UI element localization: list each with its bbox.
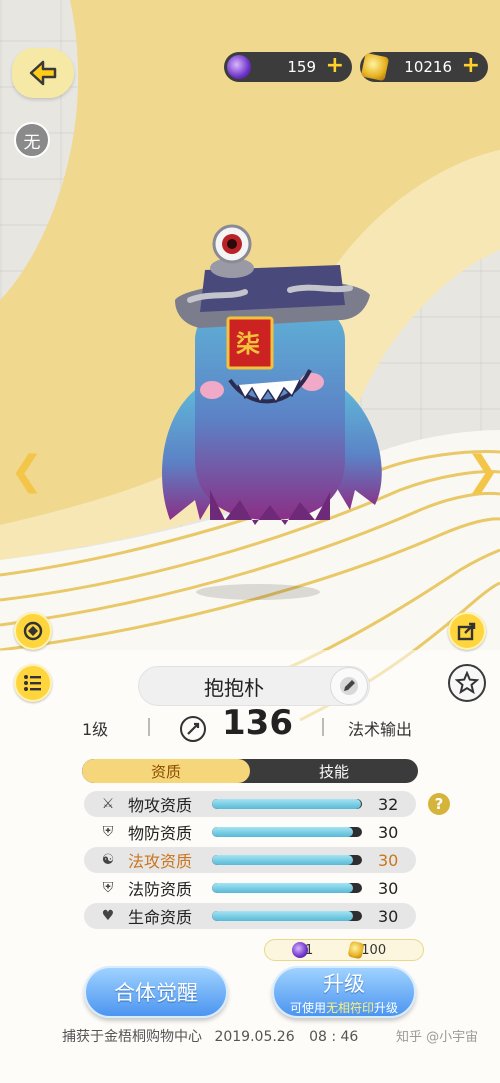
favorite-button[interactable] [448, 664, 486, 702]
stat-bar [212, 799, 362, 809]
awaken-button[interactable]: 合体觉醒 [84, 966, 228, 1018]
upgrade-hint: 可使用无相符印升级 [289, 1001, 399, 1015]
divider [322, 718, 324, 736]
orb-amount: 159 [287, 58, 316, 76]
back-button[interactable] [12, 48, 74, 98]
stat-row-magic-defense: ⛨ 法防资质 30 [84, 875, 416, 901]
tab-skills[interactable]: 技能 [250, 759, 418, 783]
stat-bar [212, 827, 362, 837]
combat-power: 136 [222, 703, 293, 743]
spirit-orb-icon [292, 942, 308, 958]
detail-tabs: 资质 技能 [82, 759, 418, 783]
stat-bar [212, 855, 362, 865]
stat-value: 30 [378, 906, 399, 926]
gold-amount: 10216 [404, 58, 452, 76]
pet-level: 1级 [82, 720, 109, 739]
swap-icon [23, 621, 43, 641]
add-orb-button[interactable]: + [326, 55, 344, 77]
upgrade-cost: 1 100 [264, 939, 424, 961]
gold-talisman-icon [360, 52, 390, 82]
cost-gold: 100 [361, 942, 387, 958]
crossed-swords-icon: ⚔ [101, 796, 115, 812]
stat-label: 物防资质 [128, 824, 193, 843]
stat-label: 物攻资质 [128, 796, 193, 815]
awaken-label: 合体觉醒 [114, 981, 198, 1005]
menu-list-button[interactable] [14, 664, 52, 702]
heart-icon: ♥ [101, 908, 115, 924]
capture-info: 捕获于金梧桐购物中心 2019.05.26 08 : 46 [62, 1026, 358, 1046]
stat-row-magic-attack: ☯ 法攻资质 30 [84, 847, 416, 873]
stat-label: 法防资质 [128, 880, 193, 899]
swap-button[interactable] [14, 612, 52, 650]
watermark: 知乎 @小宇宙 [396, 1030, 479, 1045]
rename-button[interactable] [330, 667, 368, 705]
back-arrow-icon [29, 60, 57, 86]
pet-name-text: 抱抱朴 [204, 675, 264, 700]
stat-row-physical-defense: ⛨ 物防资质 30 [84, 819, 416, 845]
spirit-orb-icon [227, 55, 251, 79]
stat-value: 30 [378, 822, 399, 842]
yin-yang-icon: ☯ [101, 852, 115, 868]
stat-row-physical-attack: ⚔ 物攻资质 32 [84, 791, 416, 817]
stat-row-health: ♥ 生命资质 30 [84, 903, 416, 929]
stat-bar [212, 883, 362, 893]
add-gold-button[interactable]: + [462, 55, 480, 77]
divider [148, 718, 150, 736]
upgrade-button[interactable]: 升级 可使用无相符印升级 [272, 966, 416, 1018]
orb-currency: 159 + [224, 52, 352, 82]
previous-pet-arrow-icon[interactable]: ❮ [10, 448, 44, 494]
stat-value: 30 [378, 878, 399, 898]
pencil-icon [340, 677, 358, 695]
power-icon [180, 716, 206, 742]
stat-bar [212, 911, 362, 921]
stat-value: 32 [378, 794, 399, 814]
hat-seal-glyph: 柒 [236, 330, 260, 358]
upgrade-label: 升级 [323, 972, 365, 996]
capture-date: 2019.05.26 [214, 1029, 295, 1045]
shield-icon: ⛨ [102, 824, 114, 840]
gold-currency: 10216 + [360, 52, 488, 82]
capture-location: 捕获于金梧桐购物中心 [62, 1029, 202, 1045]
tab-aptitude[interactable]: 资质 [82, 759, 250, 783]
stat-label: 法攻资质 [128, 852, 193, 871]
element-badge: 无 [14, 122, 50, 158]
next-pet-arrow-icon[interactable]: ❯ [466, 448, 500, 494]
stat-label: 生命资质 [128, 908, 193, 927]
share-icon [457, 622, 476, 641]
pet-role: 法术输出 [348, 720, 413, 739]
aptitude-help-button[interactable]: ? [428, 793, 450, 815]
star-icon [455, 671, 479, 695]
stat-value: 30 [378, 850, 399, 870]
share-button[interactable] [448, 612, 486, 650]
capture-time: 08 : 46 [309, 1029, 359, 1045]
magic-shield-icon: ⛨ [102, 880, 114, 896]
pet-illustration [162, 224, 382, 525]
list-icon [24, 675, 41, 691]
